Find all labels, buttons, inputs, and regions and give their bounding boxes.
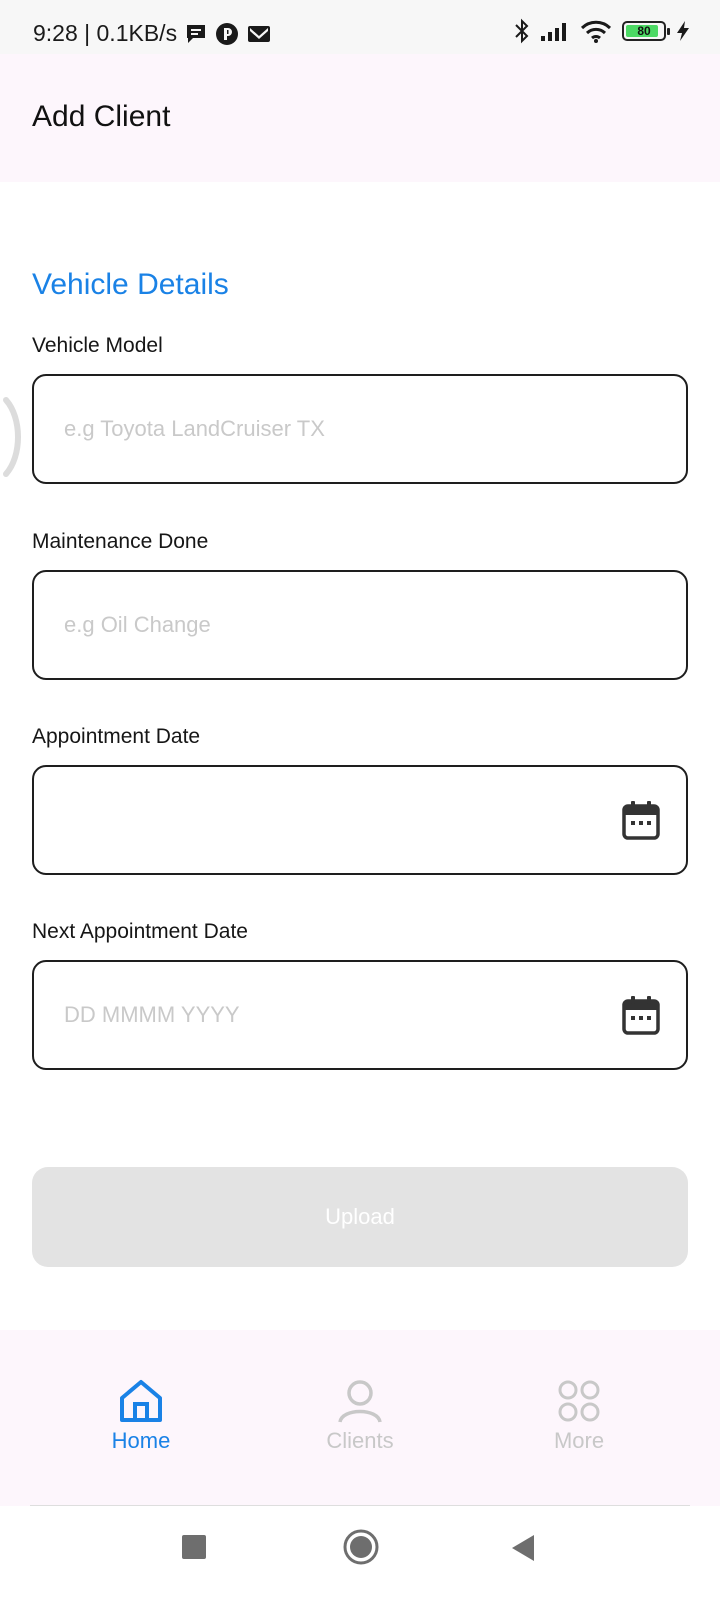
maintenance-done-input[interactable]: e.g Oil Change xyxy=(32,570,688,680)
battery-level: 80 xyxy=(637,24,651,38)
signal-icon xyxy=(541,23,566,41)
page-title: Add Client xyxy=(32,100,171,133)
nav-label-clients: Clients xyxy=(326,1428,394,1453)
nav-label-home: Home xyxy=(111,1428,171,1453)
calendar-icon[interactable] xyxy=(622,800,660,840)
grid-circles-icon xyxy=(558,1380,600,1422)
next-appointment-date-placeholder: DD MMMM YYYY xyxy=(64,1002,240,1027)
p-badge-icon xyxy=(216,22,239,45)
nav-label-more: More xyxy=(553,1428,605,1453)
back-triangle-icon[interactable] xyxy=(510,1534,536,1562)
status-time: 9:28 | 0.1KB/s xyxy=(33,20,178,46)
next-appointment-date-label: Next Appointment Date xyxy=(32,920,248,943)
recents-square-icon[interactable] xyxy=(181,1534,207,1560)
section-title: Vehicle Details xyxy=(32,268,229,301)
vehicle-model-placeholder: e.g Toyota LandCruiser TX xyxy=(64,416,325,441)
mail-icon xyxy=(248,25,271,42)
status-right: 80 xyxy=(514,18,690,44)
user-icon xyxy=(338,1380,382,1423)
status-bar: 9:28 | 0.1KB/s 80 xyxy=(0,0,720,54)
bottom-nav: Home Clients More xyxy=(0,1330,720,1506)
edge-swipe-handle[interactable] xyxy=(0,396,24,478)
app-header: Add Client xyxy=(0,54,720,182)
nav-item-home[interactable]: Home xyxy=(71,1378,211,1454)
system-nav-bar xyxy=(0,1506,720,1600)
upload-button-label: Upload xyxy=(325,1204,395,1229)
vehicle-model-label: Vehicle Model xyxy=(32,334,163,357)
battery-icon: 80 xyxy=(622,21,670,41)
upload-button[interactable]: Upload xyxy=(32,1167,688,1267)
appointment-date-input[interactable] xyxy=(32,765,688,875)
calendar-icon[interactable] xyxy=(622,995,660,1035)
charging-icon xyxy=(677,21,689,41)
nav-item-clients[interactable]: Clients xyxy=(290,1378,430,1454)
home-circle-icon[interactable] xyxy=(342,1528,380,1566)
bluetooth-icon xyxy=(515,18,529,44)
home-icon xyxy=(120,1380,162,1422)
appointment-date-label: Appointment Date xyxy=(32,725,201,748)
next-appointment-date-input[interactable]: DD MMMM YYYY xyxy=(32,960,688,1070)
maintenance-done-label: Maintenance Done xyxy=(32,530,209,553)
maintenance-done-placeholder: e.g Oil Change xyxy=(64,612,211,637)
status-left: 9:28 | 0.1KB/s xyxy=(33,20,271,47)
nav-item-more[interactable]: More xyxy=(509,1378,649,1454)
chat-icon xyxy=(187,24,206,43)
vehicle-model-input[interactable]: e.g Toyota LandCruiser TX xyxy=(32,374,688,484)
wifi-icon xyxy=(580,20,612,43)
